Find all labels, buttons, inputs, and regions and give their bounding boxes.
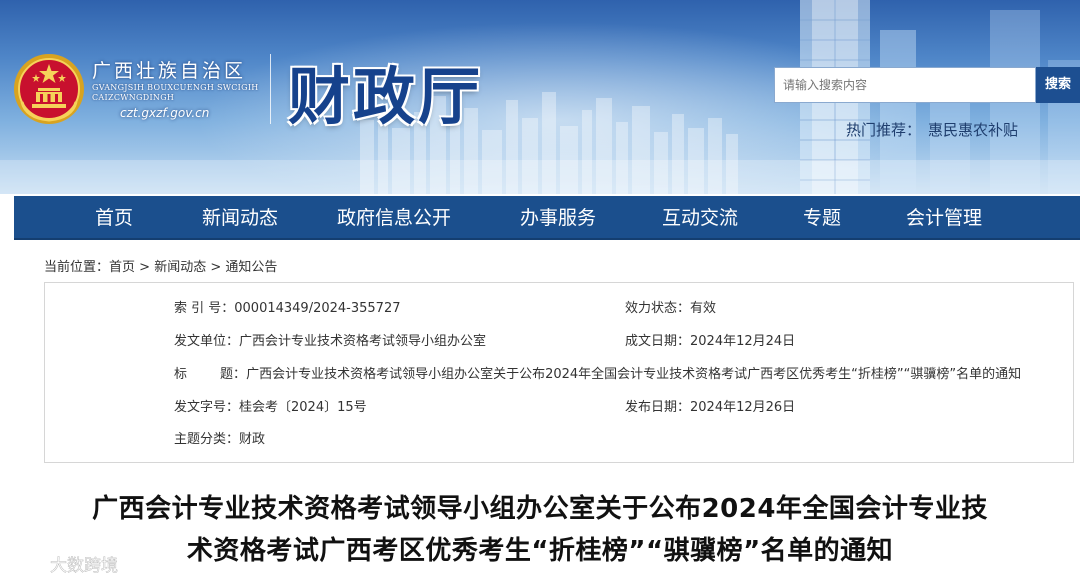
meta-topic-label: 主题分类： <box>174 432 240 447</box>
svg-text:大数跨境: 大数跨境 <box>50 556 118 576</box>
meta-docnum-value: 桂会考〔2024〕15号 <box>239 400 367 415</box>
meta-issuer-label: 发文单位： <box>174 334 240 349</box>
department-title: 财政厅 <box>288 60 484 133</box>
region-zhuang-name: GVANGJSIH BOUXCUENGH SWCIGIH CAIZCWNGDIN… <box>92 83 259 103</box>
meta-created-label: 成文日期： <box>625 334 691 349</box>
breadcrumb-separator: > <box>206 260 226 275</box>
meta-published-row: 发布日期：2024年12月26日 <box>625 399 795 417</box>
meta-created-row: 成文日期：2024年12月24日 <box>625 333 795 351</box>
region-zhuang-line2: CAIZCWNGDINGH <box>92 93 175 102</box>
meta-status-label: 效力状态： <box>625 301 691 316</box>
header-divider <box>270 54 271 124</box>
meta-topic-value: 财政 <box>239 432 266 447</box>
meta-published-value: 2024年12月26日 <box>690 400 796 415</box>
breadcrumb-prefix: 当前位置： <box>44 260 110 275</box>
nav-item-gov-info[interactable]: 政府信息公开 <box>332 196 456 240</box>
hot-recommend-link[interactable]: 惠民惠农补贴 <box>928 119 1018 140</box>
meta-title-label: 标 题： <box>174 367 247 382</box>
hot-recommend-label: 热门推荐： <box>846 121 922 139</box>
article-title-line1: 广西会计专业技术资格考试领导小组办公室关于公布2024年全国会计专业技 <box>92 494 988 524</box>
meta-index-label: 索 引 号： <box>174 301 235 316</box>
meta-index-row: 索 引 号：000014349/2024-355727 <box>174 300 401 318</box>
breadcrumb-item-news[interactable]: 新闻动态 <box>154 260 206 275</box>
meta-docnum-label: 发文字号： <box>174 400 240 415</box>
meta-index-value: 000014349/2024-355727 <box>234 301 401 316</box>
region-zhuang-line1: GVANGJSIH BOUXCUENGH SWCIGIH <box>92 83 259 92</box>
nav-item-news[interactable]: 新闻动态 <box>190 196 290 240</box>
nav-item-services[interactable]: 办事服务 <box>508 196 608 240</box>
nav-item-home[interactable]: 首页 <box>78 196 150 240</box>
meta-published-label: 发布日期： <box>625 400 691 415</box>
region-name: 广西壮族自治区 <box>92 60 247 82</box>
nav-item-topics[interactable]: 专题 <box>792 196 852 240</box>
article-title: 广西会计专业技术资格考试领导小组办公室关于公布2024年全国会计专业技 术资格考… <box>0 488 1080 572</box>
meta-created-value: 2024年12月24日 <box>690 334 796 349</box>
meta-status-value: 有效 <box>690 301 717 316</box>
meta-docnum-row: 发文字号：桂会考〔2024〕15号 <box>174 399 367 417</box>
meta-issuer-value: 广西会计专业技术资格考试领导小组办公室 <box>239 334 487 349</box>
header-banner: 广西壮族自治区 GVANGJSIH BOUXCUENGH SWCIGIH CAI… <box>0 0 1080 194</box>
breadcrumb-item-home[interactable]: 首页 <box>109 260 135 275</box>
search-input[interactable] <box>774 67 1036 103</box>
breadcrumb: 当前位置：首页 > 新闻动态 > 通知公告 <box>44 256 277 275</box>
national-emblem-icon <box>14 54 84 124</box>
meta-topic-row: 主题分类：财政 <box>174 431 265 449</box>
search-button[interactable]: 搜索 <box>1036 67 1080 103</box>
meta-title-row: 标 题：广西会计专业技术资格考试领导小组办公室关于公布2024年全国会计专业技术… <box>174 366 1021 384</box>
breadcrumb-item-notices[interactable]: 通知公告 <box>225 260 277 275</box>
watermark-logo: 大数跨境 <box>7 554 118 576</box>
document-meta-box: 索 引 号：000014349/2024-355727 效力状态：有效 发文单位… <box>44 282 1074 463</box>
main-nav: 首页 新闻动态 政府信息公开 办事服务 互动交流 专题 会计管理 <box>14 196 1080 240</box>
nav-item-accounting[interactable]: 会计管理 <box>894 196 994 240</box>
article-title-line2: 术资格考试广西考区优秀考生“折桂榜”“骐骥榜”名单的通知 <box>186 536 894 566</box>
nav-item-interaction[interactable]: 互动交流 <box>650 196 750 240</box>
meta-issuer-row: 发文单位：广西会计专业技术资格考试领导小组办公室 <box>174 333 486 351</box>
breadcrumb-separator: > <box>135 260 155 275</box>
meta-status-row: 效力状态：有效 <box>625 300 716 318</box>
site-url: czt.gxzf.gov.cn <box>120 106 210 120</box>
meta-title-value: 广西会计专业技术资格考试领导小组办公室关于公布2024年全国会计专业技术资格考试… <box>246 367 1022 382</box>
